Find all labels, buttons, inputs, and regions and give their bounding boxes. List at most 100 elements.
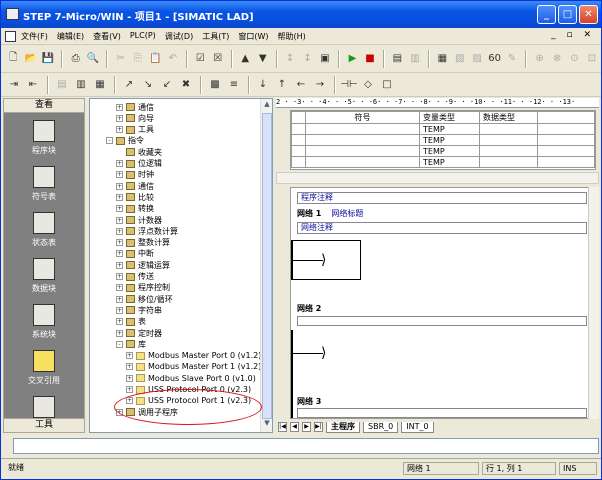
bookmark-clear-icon[interactable]: ✖: [177, 76, 195, 94]
table-row[interactable]: TEMP: [291, 145, 595, 157]
expand-toggle-icon[interactable]: +: [116, 306, 123, 314]
expand-toggle-icon[interactable]: +: [116, 295, 123, 303]
expand-toggle-icon[interactable]: +: [116, 239, 123, 247]
menu-view[interactable]: 查看(V): [93, 31, 121, 42]
menu-file[interactable]: 文件(F): [21, 31, 48, 42]
read-forced-icon[interactable]: ⊙: [566, 50, 582, 68]
tree-item[interactable]: + 时钟: [116, 169, 154, 181]
sort-asc-icon[interactable]: ↕: [282, 50, 298, 68]
expand-toggle-icon[interactable]: -: [106, 137, 113, 145]
tree-item[interactable]: + 转换: [116, 203, 154, 215]
unforce-all-icon[interactable]: ⊗: [549, 50, 565, 68]
tree-item[interactable]: + 表: [116, 316, 146, 328]
nav-item-data-block[interactable]: 数据块: [4, 255, 84, 300]
tab-next-icon[interactable]: ▶: [302, 422, 311, 432]
stl-view-icon[interactable]: ▥: [72, 76, 90, 94]
options-icon[interactable]: ▣: [317, 50, 333, 68]
tree-item[interactable]: + 字符串: [116, 304, 162, 316]
step-into-icon[interactable]: ⇥: [5, 76, 23, 94]
save-icon[interactable]: 💾: [40, 50, 56, 68]
expand-toggle-icon[interactable]: +: [116, 284, 123, 292]
cut-icon[interactable]: ✂: [112, 50, 128, 68]
ladder-view-icon[interactable]: ▤: [53, 76, 71, 94]
symbol-address-icon[interactable]: ≡: [225, 76, 243, 94]
coil-icon[interactable]: ◇: [359, 76, 377, 94]
mdi-controls[interactable]: _ ▫ ✕: [551, 30, 595, 40]
expand-toggle-icon[interactable]: +: [116, 216, 123, 224]
tree-item[interactable]: + 定时器: [116, 327, 162, 339]
expand-toggle-icon[interactable]: +: [116, 182, 123, 190]
undo-icon[interactable]: ↶: [165, 50, 181, 68]
print-icon[interactable]: ⎙: [67, 50, 83, 68]
tree-item[interactable]: + 传送: [116, 271, 154, 283]
output-window[interactable]: [13, 438, 599, 454]
nav-item-communication[interactable]: [4, 393, 84, 419]
compile-icon[interactable]: ☑: [192, 50, 208, 68]
tree-item[interactable]: + 向导: [116, 112, 154, 124]
print-preview-icon[interactable]: 🔍: [85, 50, 101, 68]
expand-toggle-icon[interactable]: +: [116, 329, 123, 337]
line-right-icon[interactable]: →: [311, 76, 329, 94]
table-row[interactable]: TEMP: [291, 156, 595, 168]
expand-toggle-icon[interactable]: +: [126, 363, 133, 371]
chart-trend-icon[interactable]: ▧: [452, 50, 468, 68]
tab-main[interactable]: 主程序: [326, 421, 360, 433]
fbd-view-icon[interactable]: ▦: [91, 76, 109, 94]
table-horizontal-scrollbar[interactable]: [276, 172, 599, 184]
tree-item[interactable]: + 中断: [116, 248, 154, 260]
vertical-line-down-icon[interactable]: ↓: [254, 76, 272, 94]
tree-item[interactable]: + 浮点数计算: [116, 225, 178, 237]
expand-toggle-icon[interactable]: +: [126, 386, 133, 393]
expand-toggle-icon[interactable]: +: [116, 273, 123, 280]
menu-debug[interactable]: 调试(D): [165, 31, 193, 42]
expand-toggle-icon[interactable]: +: [126, 374, 133, 382]
menu-window[interactable]: 窗口(W): [238, 31, 268, 42]
box-icon[interactable]: □: [378, 76, 396, 94]
tab-int0[interactable]: INT_0: [401, 421, 434, 433]
nav-item-program-block[interactable]: 程序块: [4, 117, 84, 162]
tree-item[interactable]: + 整数计算: [116, 237, 170, 249]
single-read-icon[interactable]: ▨: [469, 50, 485, 68]
tree-item[interactable]: - 指令: [106, 135, 144, 147]
upload-icon[interactable]: ▲: [237, 50, 253, 68]
expand-toggle-icon[interactable]: +: [126, 352, 133, 360]
ladder-vertical-scrollbar[interactable]: [588, 187, 599, 419]
contact-icon[interactable]: ⊣⊢: [340, 76, 358, 94]
scroll-down-icon[interactable]: ▼: [262, 419, 272, 431]
tree-item[interactable]: + 比较: [116, 191, 154, 203]
expand-toggle-icon[interactable]: +: [116, 250, 123, 258]
bookmark-prev-icon[interactable]: ↙: [158, 76, 176, 94]
minimize-button[interactable]: _: [537, 5, 556, 24]
force-icon[interactable]: ✎: [504, 50, 520, 68]
menu-plc[interactable]: PLC(P): [130, 31, 156, 42]
document-icon[interactable]: [5, 31, 16, 42]
tree-item[interactable]: -库: [116, 338, 146, 350]
tree-item[interactable]: + 工具: [116, 124, 154, 136]
unforce-icon[interactable]: ⊕: [531, 50, 547, 68]
compile-all-icon[interactable]: ☒: [210, 50, 226, 68]
tree-item[interactable]: 收藏夹: [116, 146, 162, 158]
expand-toggle-icon[interactable]: -: [116, 340, 123, 348]
tree-scrollbar[interactable]: ▲ ▼: [260, 99, 272, 432]
nav-item-status-chart[interactable]: 状态表: [4, 209, 84, 254]
menu-help[interactable]: 帮助(H): [278, 31, 306, 42]
program-status-icon[interactable]: ▤: [389, 50, 405, 68]
close-button[interactable]: ✕: [579, 5, 598, 24]
expand-toggle-icon[interactable]: +: [116, 318, 123, 326]
bookmark-next-icon[interactable]: ↘: [139, 76, 157, 94]
network-3-comment[interactable]: [297, 408, 587, 418]
expand-toggle-icon[interactable]: +: [116, 171, 123, 179]
tree-item[interactable]: + 程序控制: [116, 282, 170, 294]
table-row[interactable]: TEMP: [291, 123, 595, 135]
new-icon[interactable]: 🗋: [5, 50, 21, 68]
tab-sbr0[interactable]: SBR_0: [363, 421, 399, 433]
expand-toggle-icon[interactable]: +: [116, 103, 123, 111]
menu-tools[interactable]: 工具(T): [202, 31, 229, 42]
expand-toggle-icon[interactable]: +: [116, 114, 123, 122]
tree-item[interactable]: + 移位/循环: [116, 293, 173, 305]
chart-status-icon[interactable]: ▦: [434, 50, 450, 68]
write-all-icon[interactable]: 60: [486, 50, 502, 68]
run-icon[interactable]: ▶: [344, 50, 360, 68]
pause-status-icon[interactable]: ▥: [407, 50, 423, 68]
tab-prev-icon[interactable]: ◀: [290, 422, 299, 432]
